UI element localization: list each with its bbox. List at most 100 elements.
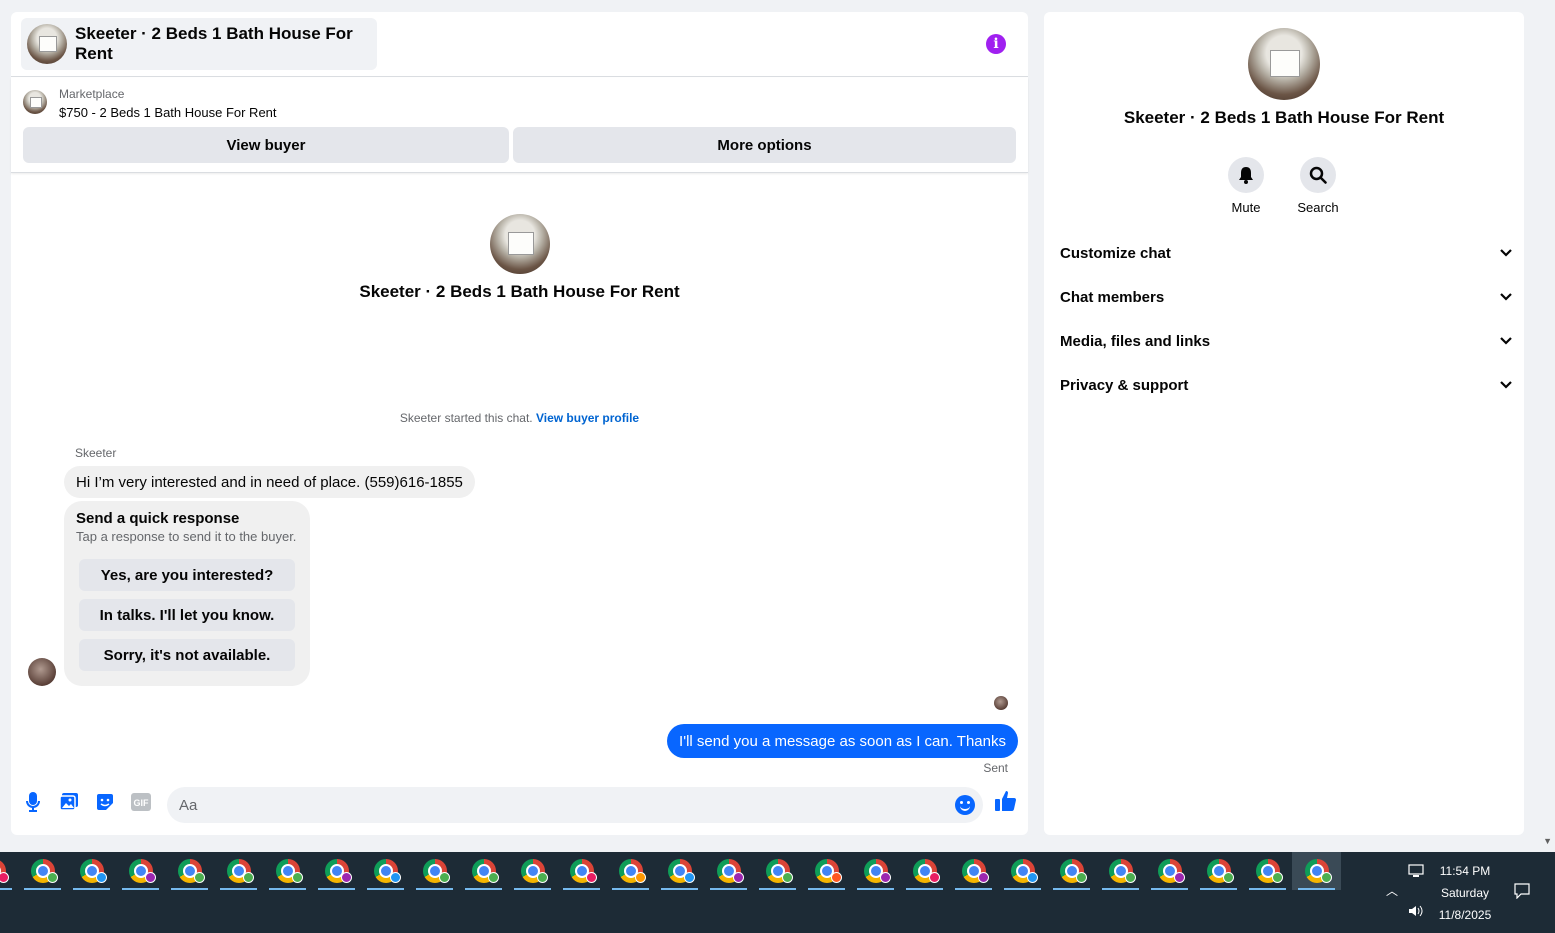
profile-badge-icon: [488, 872, 499, 883]
taskbar-chrome-button[interactable]: [949, 852, 998, 890]
notification-center-icon[interactable]: [1514, 883, 1530, 902]
taskbar-chrome-button[interactable]: [312, 852, 361, 890]
quick-response-button[interactable]: Sorry, it's not available.: [79, 639, 295, 671]
chevron-down-icon: [1500, 337, 1512, 345]
section-label: Customize chat: [1060, 244, 1171, 262]
intro-avatar: [490, 214, 550, 274]
taskbar-chrome-button[interactable]: [1243, 852, 1292, 890]
more-options-button[interactable]: More options: [513, 127, 1016, 163]
chat-header: Skeeter · 2 Beds 1 Bath House For Rent i: [11, 12, 1028, 77]
taskbar-chrome-button[interactable]: [1047, 852, 1096, 890]
bell-icon: [1228, 157, 1264, 193]
taskbar-chrome-button[interactable]: [851, 852, 900, 890]
chat-title: Skeeter · 2 Beds 1 Bath House For Rent: [75, 24, 353, 63]
profile-badge-icon: [1125, 872, 1136, 883]
photo-icon[interactable]: [58, 791, 80, 813]
seen-avatar: [994, 696, 1008, 710]
incoming-message[interactable]: Hi I’m very interested and in need of pl…: [64, 466, 475, 498]
taskbar-chrome-button[interactable]: [116, 852, 165, 890]
chevron-up-icon[interactable]: ︿: [1386, 882, 1398, 899]
profile-badge-icon: [537, 872, 548, 883]
chat-title-button[interactable]: Skeeter · 2 Beds 1 Bath House For Rent: [21, 18, 377, 70]
profile-badge-icon: [1272, 872, 1283, 883]
taskbar-apps: [0, 852, 1341, 890]
search-button[interactable]: Search: [1288, 157, 1348, 215]
clock-date[interactable]: 11/8/2025: [1426, 908, 1504, 922]
quick-response-subtitle: Tap a response to send it to the buyer.: [76, 529, 297, 544]
section-label: Chat members: [1060, 288, 1165, 306]
mute-label: Mute: [1231, 200, 1261, 215]
section-customize-chat[interactable]: Customize chat: [1060, 233, 1512, 273]
outgoing-message[interactable]: I'll send you a message as soon as I can…: [667, 724, 1018, 758]
taskbar-chrome-button[interactable]: [557, 852, 606, 890]
section-label: Privacy & support: [1060, 376, 1189, 394]
section-label: Media, files and links: [1060, 332, 1211, 350]
listing-avatar: [27, 24, 67, 64]
info-avatar[interactable]: [1248, 28, 1320, 100]
composer: GIF: [11, 775, 1028, 835]
chat-panel: Skeeter · 2 Beds 1 Bath House For Rent i…: [11, 12, 1028, 835]
taskbar-chrome-button[interactable]: [1292, 852, 1341, 890]
taskbar-chrome-button[interactable]: [900, 852, 949, 890]
listing-price[interactable]: $750 - 2 Beds 1 Bath House For Rent: [59, 105, 277, 120]
sticker-icon[interactable]: [94, 791, 116, 813]
volume-icon[interactable]: [1408, 904, 1424, 921]
quick-response-button[interactable]: Yes, are you interested?: [79, 559, 295, 591]
taskbar-chrome-button[interactable]: [753, 852, 802, 890]
taskbar-chrome-button[interactable]: [263, 852, 312, 890]
taskbar-chrome-button[interactable]: [361, 852, 410, 890]
section-chat-members[interactable]: Chat members: [1060, 277, 1512, 317]
chevron-down-icon: [1500, 293, 1512, 301]
taskbar-chrome-button[interactable]: [1194, 852, 1243, 890]
gif-icon[interactable]: GIF: [130, 791, 152, 813]
taskbar-chrome-button[interactable]: [704, 852, 753, 890]
taskbar-chrome-button[interactable]: [18, 852, 67, 890]
taskbar-chrome-button[interactable]: [0, 852, 18, 890]
taskbar: ︿ 11:54 PM Saturday 11/8/2025: [0, 852, 1555, 933]
profile-badge-icon: [635, 872, 646, 883]
view-buyer-button[interactable]: View buyer: [23, 127, 509, 163]
quick-response-box: Send a quick response Tap a response to …: [64, 501, 310, 686]
clock-day[interactable]: Saturday: [1426, 886, 1504, 900]
taskbar-chrome-button[interactable]: [508, 852, 557, 890]
quick-response-button[interactable]: In talks. I'll let you know.: [79, 599, 295, 631]
taskbar-chrome-button[interactable]: [606, 852, 655, 890]
quick-response-title: Send a quick response: [76, 510, 240, 527]
info-icon[interactable]: i: [986, 34, 1006, 54]
taskbar-chrome-button[interactable]: [165, 852, 214, 890]
mute-button[interactable]: Mute: [1216, 157, 1276, 215]
profile-badge-icon: [1321, 872, 1332, 883]
section-privacy-support[interactable]: Privacy & support: [1060, 365, 1512, 405]
profile-badge-icon: [831, 872, 842, 883]
profile-badge-icon: [733, 872, 744, 883]
taskbar-chrome-button[interactable]: [214, 852, 263, 890]
buyer-avatar[interactable]: [28, 658, 56, 686]
profile-badge-icon: [1076, 872, 1087, 883]
thumbs-up-icon[interactable]: [995, 790, 1017, 812]
profile-badge-icon: [194, 872, 205, 883]
clock-time[interactable]: 11:54 PM: [1426, 864, 1504, 878]
taskbar-chrome-button[interactable]: [998, 852, 1047, 890]
taskbar-chrome-button[interactable]: [459, 852, 508, 890]
profile-badge-icon: [782, 872, 793, 883]
search-icon: [1300, 157, 1336, 193]
profile-badge-icon: [0, 872, 9, 883]
taskbar-chrome-button[interactable]: [1096, 852, 1145, 890]
profile-badge-icon: [1174, 872, 1185, 883]
taskbar-chrome-button[interactable]: [410, 852, 459, 890]
message-input[interactable]: [167, 787, 983, 823]
emoji-icon[interactable]: [955, 795, 975, 815]
search-label: Search: [1297, 200, 1339, 215]
scrollbar-down-arrow[interactable]: ▼: [1543, 836, 1552, 846]
view-buyer-profile-link[interactable]: View buyer profile: [536, 411, 639, 425]
taskbar-chrome-button[interactable]: [802, 852, 851, 890]
taskbar-chrome-button[interactable]: [655, 852, 704, 890]
taskbar-chrome-button[interactable]: [1145, 852, 1194, 890]
section-media-files-links[interactable]: Media, files and links: [1060, 321, 1512, 361]
intro-title: Skeeter · 2 Beds 1 Bath House For Rent: [359, 282, 680, 301]
network-icon[interactable]: [1408, 864, 1424, 881]
profile-badge-icon: [243, 872, 254, 883]
taskbar-chrome-button[interactable]: [67, 852, 116, 890]
microphone-icon[interactable]: [22, 791, 44, 813]
profile-badge-icon: [292, 872, 303, 883]
